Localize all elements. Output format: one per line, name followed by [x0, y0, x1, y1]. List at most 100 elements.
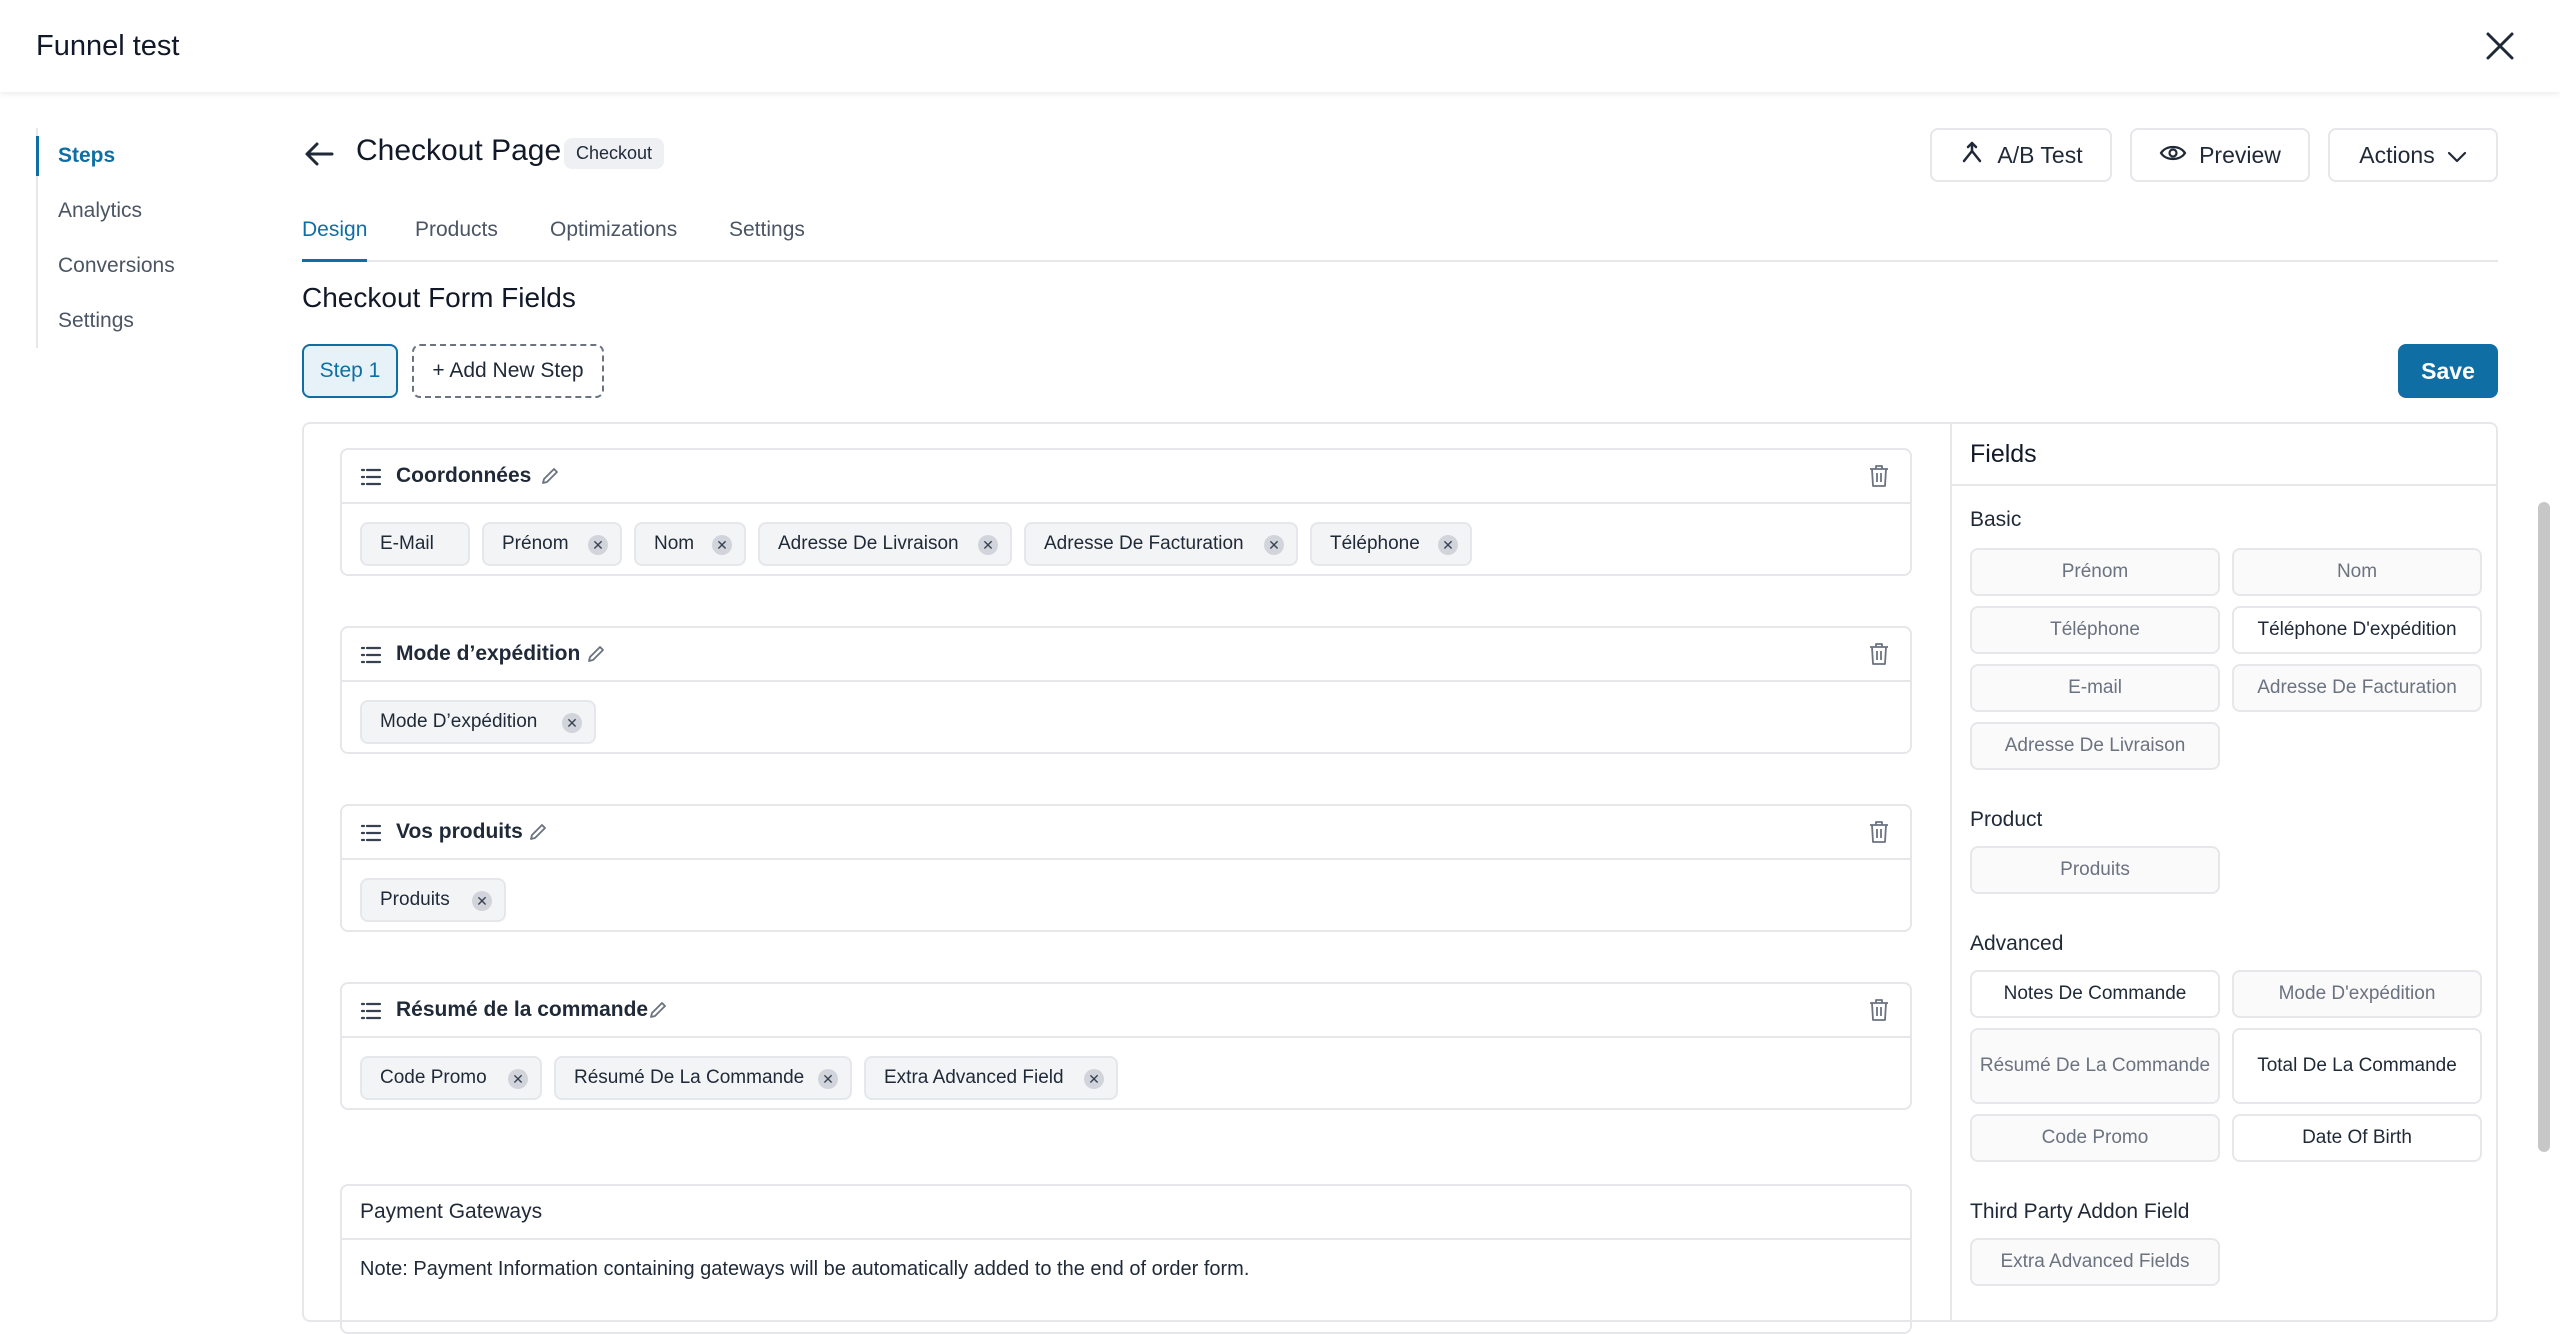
field-chip-label: E-Mail	[380, 533, 434, 554]
remove-icon[interactable]: ✕	[1264, 535, 1284, 555]
form-section: Vos produits Produits ✕	[340, 804, 1912, 932]
actions-label: Actions	[2359, 141, 2435, 168]
field-option[interactable]: Adresse De Livraison	[1970, 722, 2220, 770]
pencil-icon[interactable]	[586, 644, 606, 664]
form-builder: Coordonnées E-Mail Prénom ✕ Nom ✕ Adresse …	[302, 422, 2498, 1334]
ab-test-button[interactable]: A/B Test	[1930, 128, 2112, 182]
remove-icon[interactable]: ✕	[1438, 535, 1458, 555]
list-icon[interactable]	[360, 1000, 382, 1022]
field-option[interactable]: Date Of Birth	[2232, 1114, 2482, 1162]
save-button[interactable]: Save	[2398, 344, 2498, 398]
close-icon[interactable]	[2480, 26, 2520, 66]
eye-icon	[2159, 142, 2187, 169]
field-option[interactable]: Prénom	[1970, 548, 2220, 596]
sidebar-item-steps[interactable]: Steps	[36, 128, 238, 183]
field-chip-label: Extra Advanced Field	[884, 1067, 1064, 1088]
back-arrow-icon[interactable]	[302, 136, 338, 172]
trash-icon[interactable]	[1868, 820, 1890, 844]
payment-gateways-title: Payment Gateways	[342, 1186, 1910, 1240]
field-chip[interactable]: Résumé De La Commande ✕	[554, 1056, 852, 1100]
section-header: Vos produits	[342, 806, 1910, 860]
form-section: Résumé de la commande Code Promo ✕ Résumé…	[340, 982, 1912, 1110]
sidebar-nav: Steps Analytics Conversions Settings	[36, 128, 238, 348]
sidebar-item-settings[interactable]: Settings	[38, 293, 238, 348]
group-title-basic: Basic	[1970, 508, 2022, 531]
field-chip-label: Résumé De La Commande	[574, 1067, 805, 1088]
tab-products[interactable]: Products	[415, 216, 498, 260]
field-option[interactable]: Mode D'expédition	[2232, 970, 2482, 1018]
main-panel: Checkout Page Checkout A/B Test Preview …	[302, 92, 2498, 1334]
field-option[interactable]: E-mail	[1970, 664, 2220, 712]
fields-panel: Fields Basic Prénom Nom Téléphone Téléph…	[1950, 424, 2498, 1320]
remove-icon[interactable]: ✕	[818, 1069, 838, 1089]
field-chip[interactable]: E-Mail	[360, 522, 470, 566]
field-chip-label: Téléphone	[1330, 533, 1420, 554]
field-chip[interactable]: Nom ✕	[634, 522, 746, 566]
field-chip[interactable]: Extra Advanced Field ✕	[864, 1056, 1118, 1100]
field-option[interactable]: Notes De Commande	[1970, 970, 2220, 1018]
section-header: Résumé de la commande	[342, 984, 1910, 1038]
form-title: Checkout Form Fields	[302, 282, 576, 313]
field-option[interactable]: Téléphone D'expédition	[2232, 606, 2482, 654]
field-option[interactable]: Adresse De Facturation	[2232, 664, 2482, 712]
field-chip[interactable]: Adresse De Livraison ✕	[758, 522, 1012, 566]
field-option[interactable]: Code Promo	[1970, 1114, 2220, 1162]
content-area: Steps Analytics Conversions Settings Che…	[0, 92, 2560, 1334]
remove-icon[interactable]: ✕	[508, 1069, 528, 1089]
section-title: Mode d’expédition	[396, 642, 581, 665]
field-chip-label: Adresse De Facturation	[1044, 533, 1244, 554]
fields-panel-title: Fields	[1952, 424, 2498, 486]
section-fields: Mode D’expédition ✕	[342, 682, 1910, 752]
sidebar-item-conversions[interactable]: Conversions	[38, 238, 238, 293]
preview-label: Preview	[2199, 141, 2281, 168]
actions-dropdown[interactable]: Actions	[2328, 128, 2498, 182]
tab-optimizations[interactable]: Optimizations	[550, 216, 677, 260]
pencil-icon[interactable]	[528, 822, 548, 842]
tab-settings[interactable]: Settings	[729, 216, 805, 260]
field-option[interactable]: Résumé De La Commande	[1970, 1028, 2220, 1104]
split-icon	[1959, 139, 1985, 171]
field-chip-label: Adresse De Livraison	[778, 533, 959, 554]
field-chip[interactable]: Téléphone ✕	[1310, 522, 1472, 566]
preview-button[interactable]: Preview	[2130, 128, 2310, 182]
remove-icon[interactable]: ✕	[562, 713, 582, 733]
page-title: Checkout Page	[356, 134, 562, 167]
list-icon[interactable]	[360, 466, 382, 488]
remove-icon[interactable]: ✕	[588, 535, 608, 555]
field-option[interactable]: Total De La Commande	[2232, 1028, 2482, 1104]
field-chip[interactable]: Produits ✕	[360, 878, 506, 922]
field-chip[interactable]: Code Promo ✕	[360, 1056, 542, 1100]
step-1-tab[interactable]: Step 1	[302, 344, 398, 398]
list-icon[interactable]	[360, 644, 382, 666]
trash-icon[interactable]	[1868, 464, 1890, 488]
field-option[interactable]: Téléphone	[1970, 606, 2220, 654]
page-tabs: Design Products Optimizations Settings	[302, 216, 2498, 262]
field-option[interactable]: Produits	[1970, 846, 2220, 894]
field-option[interactable]: Nom	[2232, 548, 2482, 596]
list-icon[interactable]	[360, 822, 382, 844]
pencil-icon[interactable]	[540, 466, 560, 486]
page-header: Checkout Page Checkout A/B Test Preview …	[302, 128, 2498, 188]
scrollbar[interactable]	[2538, 502, 2550, 1152]
section-title: Vos produits	[396, 820, 523, 843]
chevron-down-icon	[2447, 142, 2467, 169]
remove-icon[interactable]: ✕	[1084, 1069, 1104, 1089]
field-chip[interactable]: Mode D’expédition ✕	[360, 700, 596, 744]
sidebar-item-analytics[interactable]: Analytics	[38, 183, 238, 238]
field-option[interactable]: Extra Advanced Fields	[1970, 1238, 2220, 1286]
remove-icon[interactable]: ✕	[472, 891, 492, 911]
trash-icon[interactable]	[1868, 642, 1890, 666]
field-chip-label: Mode D’expédition	[380, 711, 538, 732]
section-header: Coordonnées	[342, 450, 1910, 504]
remove-icon[interactable]: ✕	[712, 535, 732, 555]
remove-icon[interactable]: ✕	[978, 535, 998, 555]
field-chip[interactable]: Prénom ✕	[482, 522, 622, 566]
add-new-step-button[interactable]: + Add New Step	[412, 344, 604, 398]
field-chip-label: Code Promo	[380, 1067, 487, 1088]
field-chip[interactable]: Adresse De Facturation ✕	[1024, 522, 1298, 566]
page-type-badge: Checkout	[564, 138, 665, 169]
pencil-icon[interactable]	[648, 1000, 668, 1020]
payment-gateways-section: Payment Gateways Note: Payment Informati…	[340, 1184, 1912, 1334]
trash-icon[interactable]	[1868, 998, 1890, 1022]
tab-design[interactable]: Design	[302, 216, 368, 262]
